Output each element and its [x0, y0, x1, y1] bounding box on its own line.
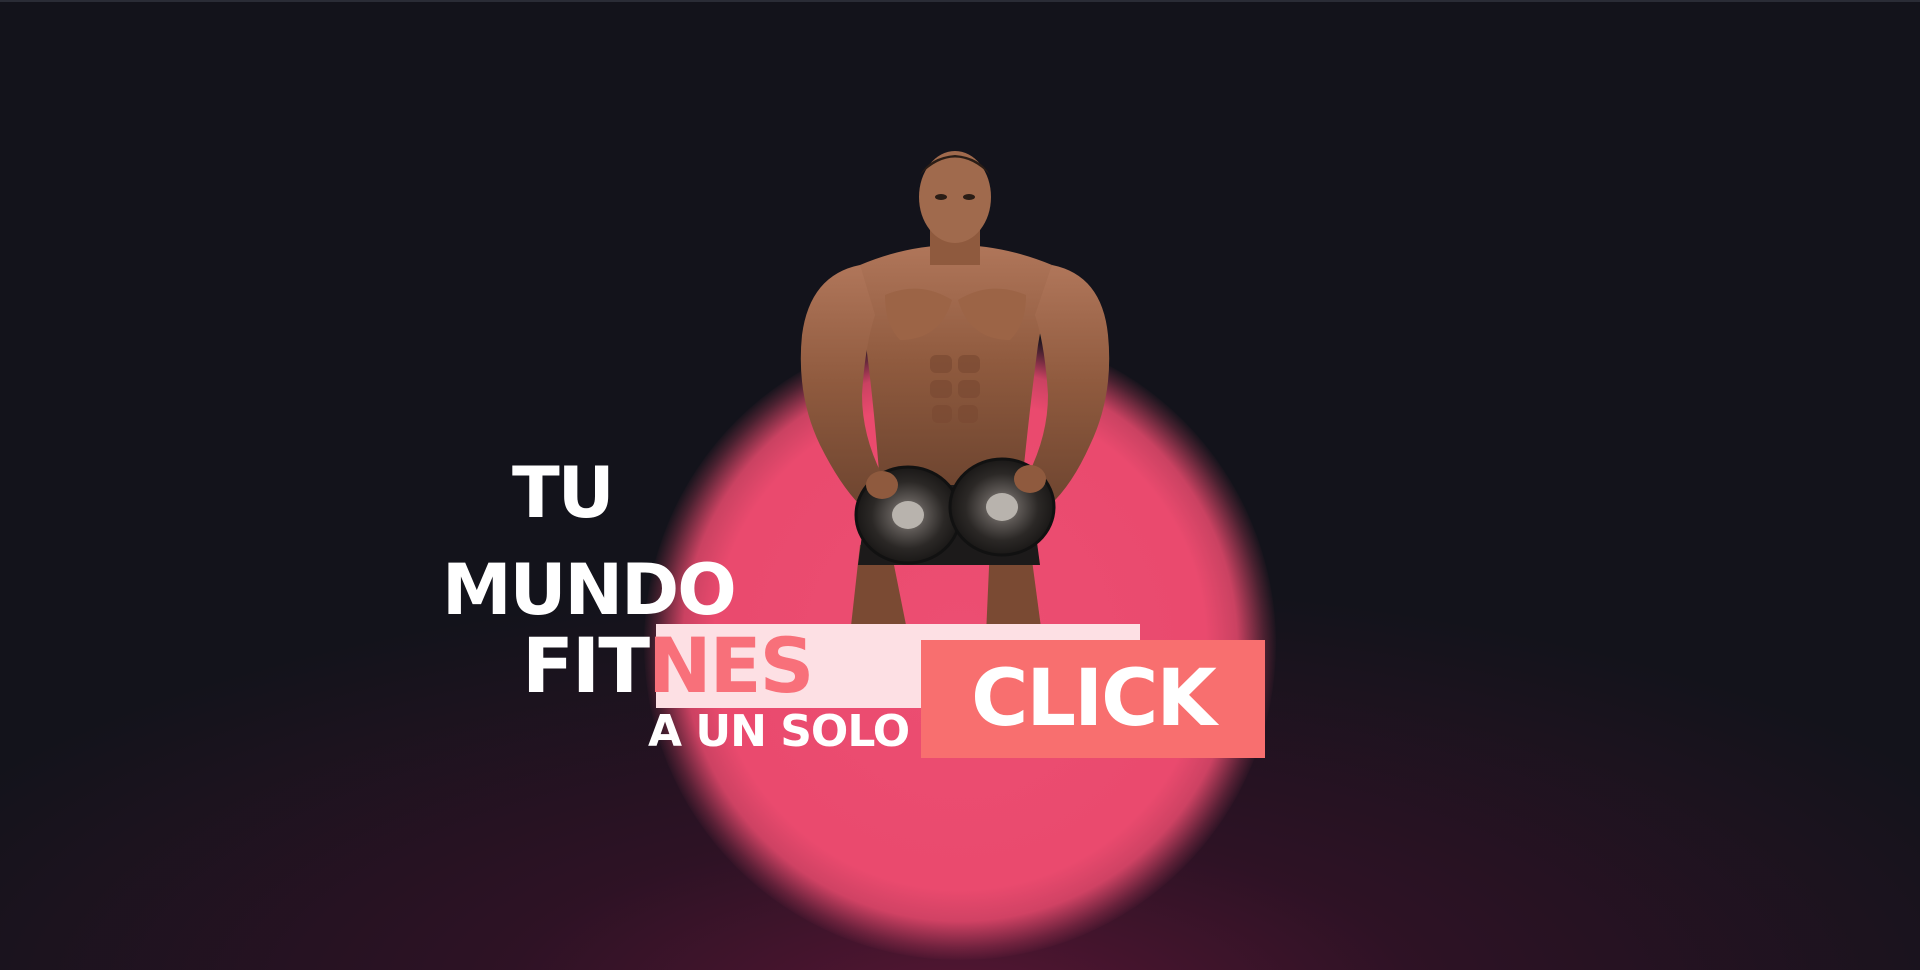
headline-fit: FIT [522, 621, 650, 710]
headline-line-fitnes: FITNES [522, 628, 814, 704]
top-divider [0, 0, 1920, 2]
bodybuilder-image [800, 151, 1110, 635]
click-cta-button[interactable]: CLICK [921, 640, 1265, 758]
headline-nes-highlighted: NES [648, 621, 814, 710]
hero-section: TU MUNDO FITNES A UN SOLO CLICK [0, 0, 1920, 970]
click-cta-label: CLICK [971, 654, 1217, 744]
headline-line-tu: TU [512, 452, 615, 534]
headline-line-a-un-solo: A UN SOLO [648, 706, 910, 757]
headline-line-mundo: MUNDO [442, 549, 737, 631]
